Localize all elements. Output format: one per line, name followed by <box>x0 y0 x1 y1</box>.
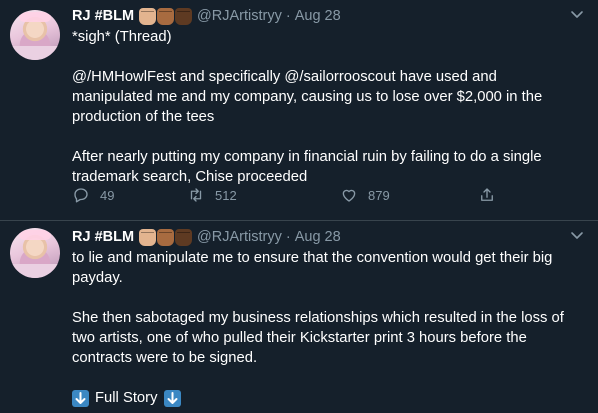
heart-icon <box>342 189 356 202</box>
down-arrow-emoji-icon <box>163 389 181 407</box>
display-name[interactable]: RJ #BLM <box>72 8 134 24</box>
display-name[interactable]: RJ #BLM <box>72 229 134 245</box>
raised-fist-dark-icon <box>175 228 193 246</box>
tweet-paragraph: *sigh* (Thread) <box>72 29 172 45</box>
retweet-icon <box>190 188 202 202</box>
tweet-paragraph: to lie and manipulate me to ensure that … <box>72 250 553 286</box>
tweet[interactable]: RJ #BLM @RJArtistryy · Aug 28 *sigh* (Th… <box>0 0 598 221</box>
separator-dot: · <box>285 8 291 24</box>
chevron-down-icon[interactable] <box>570 10 584 20</box>
raised-fist-dark-icon <box>175 7 193 25</box>
share-button[interactable] <box>478 186 496 204</box>
tweet-header: RJ #BLM @RJArtistryy · Aug 28 <box>72 227 341 247</box>
separator-dot: · <box>285 229 291 245</box>
reply-button[interactable]: 49 <box>72 186 114 204</box>
avatar[interactable] <box>10 10 60 60</box>
user-handle[interactable]: @RJArtistryy <box>197 229 282 245</box>
avatar[interactable] <box>10 228 60 278</box>
tweet-paragraph: She then sabotaged my business relations… <box>72 310 564 366</box>
chevron-down-icon[interactable] <box>570 231 584 241</box>
tweet-paragraph: @/HMHowlFest and specifically @/sailorro… <box>72 69 543 125</box>
tweet-paragraph: After nearly putting my company in finan… <box>72 149 542 185</box>
tweet-date[interactable]: Aug 28 <box>295 229 341 245</box>
tweet-text: to lie and manipulate me to ensure that … <box>72 248 577 413</box>
full-story-line[interactable]: Full Story <box>72 388 181 408</box>
tweet-header: RJ #BLM @RJArtistryy · Aug 28 <box>72 6 341 26</box>
raised-fist-medium-icon <box>157 228 175 246</box>
tweet-date[interactable]: Aug 28 <box>295 8 341 24</box>
retweet-button[interactable]: 512 <box>187 186 237 204</box>
reply-count: 49 <box>100 187 115 203</box>
tweet-actions: 49 512 879 <box>72 186 502 208</box>
tweet-text: *sigh* (Thread) @/HMHowlFest and specifi… <box>72 27 577 187</box>
tweet[interactable]: RJ #BLM @RJArtistryy · Aug 28 to lie and… <box>0 221 598 407</box>
reply-icon <box>74 188 88 203</box>
raised-fist-light-icon <box>139 228 157 246</box>
down-arrow-emoji-icon <box>72 389 89 407</box>
retweet-count: 512 <box>215 187 237 203</box>
raised-fist-emojis <box>139 7 193 25</box>
full-story-label: Full Story <box>95 390 158 406</box>
like-button[interactable]: 879 <box>340 186 390 204</box>
share-icon <box>481 188 493 201</box>
raised-fist-emojis <box>139 228 193 246</box>
raised-fist-light-icon <box>139 7 157 25</box>
like-count: 879 <box>368 187 390 203</box>
raised-fist-medium-icon <box>157 7 175 25</box>
user-handle[interactable]: @RJArtistryy <box>197 8 282 24</box>
